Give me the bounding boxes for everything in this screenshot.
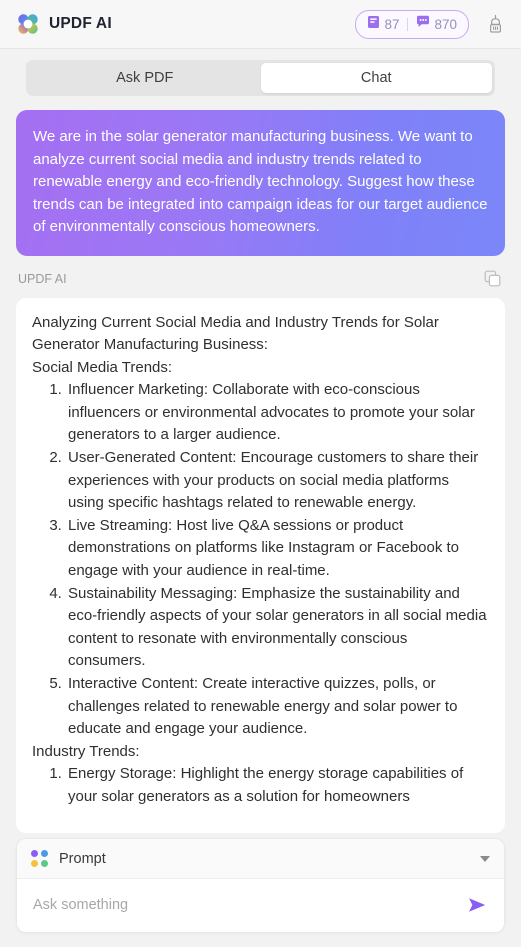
composer: Prompt — [16, 838, 505, 933]
list-item: Sustainability Messaging: Emphasize the … — [66, 583, 489, 673]
answer-section-2-title: Industry Trends: — [32, 742, 140, 760]
messages-credit: 870 — [416, 15, 457, 33]
list-item: Interactive Content: Create interactive … — [66, 673, 489, 741]
list-item: User-Generated Content: Encourage custom… — [66, 447, 489, 515]
tab-ask-pdf[interactable]: Ask PDF — [29, 63, 261, 93]
pages-credit: 87 — [367, 15, 399, 34]
document-pages-icon — [367, 15, 380, 34]
pages-credit-value: 87 — [384, 16, 400, 32]
prompt-selector-label: Prompt — [59, 850, 106, 867]
send-arrow-icon[interactable] — [464, 892, 490, 918]
user-message-bubble: We are in the solar generator manufactur… — [16, 110, 505, 256]
list-item: Influencer Marketing: Collaborate with e… — [66, 379, 489, 447]
conversation: We are in the solar generator manufactur… — [0, 96, 521, 833]
page-title: UPDF AI — [49, 15, 112, 32]
messages-credit-value: 870 — [434, 16, 457, 32]
tab-bar: Ask PDF Chat — [26, 60, 495, 96]
answer-section-1-title: Social Media Trends: — [32, 358, 173, 376]
four-dot-grid-icon — [31, 850, 48, 867]
answer-author-label: UPDF AI — [18, 271, 67, 286]
input-row — [17, 879, 504, 932]
brand: UPDF AI — [16, 12, 112, 36]
credits-separator — [407, 17, 409, 31]
app-header: UPDF AI 87 870 — [0, 0, 521, 49]
copy-icon[interactable] — [481, 268, 503, 290]
chat-bubble-icon — [416, 15, 430, 33]
credits-badge[interactable]: 87 870 — [355, 9, 469, 39]
list-item: Live Streaming: Host live Q&A sessions o… — [66, 515, 489, 583]
tab-chat[interactable]: Chat — [260, 63, 492, 93]
chevron-down-icon — [480, 855, 490, 862]
answer-heading: Analyzing Current Social Media and Indus… — [32, 313, 439, 354]
prompt-selector[interactable]: Prompt — [17, 839, 504, 879]
assistant-answer-card: Analyzing Current Social Media and Indus… — [16, 297, 505, 833]
header-actions: 87 870 — [355, 9, 507, 39]
answer-section-1-list: Influencer Marketing: Collaborate with e… — [32, 379, 489, 741]
brush-clear-icon[interactable] — [483, 12, 507, 36]
list-item: Energy Storage: Highlight the energy sto… — [66, 763, 489, 808]
answer-meta-row: UPDF AI — [16, 256, 505, 298]
tab-bar-wrapper: Ask PDF Chat — [0, 49, 521, 96]
answer-section-2-list: Energy Storage: Highlight the energy sto… — [32, 763, 489, 808]
updf-clover-logo-icon — [16, 12, 40, 36]
ask-input[interactable] — [31, 896, 464, 914]
